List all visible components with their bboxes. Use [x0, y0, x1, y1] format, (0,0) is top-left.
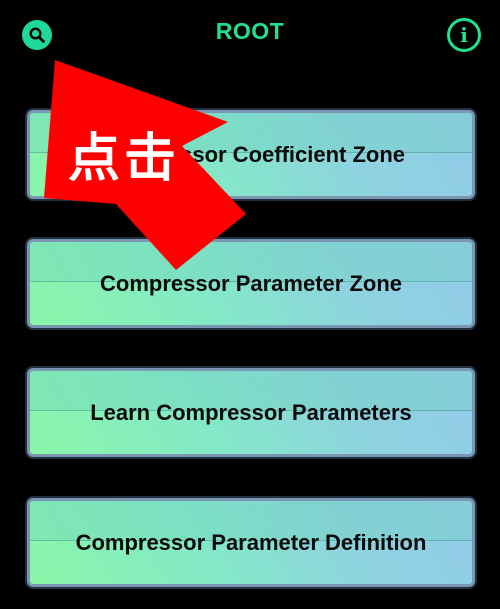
compressor-parameter-zone-button[interactable]: Compressor Parameter Zone [27, 239, 475, 328]
info-button[interactable]: i [447, 18, 481, 52]
learn-compressor-parameters-button[interactable]: Learn Compressor Parameters [27, 368, 475, 457]
compressor-coefficient-zone-button[interactable]: Compressor Coefficient Zone [27, 110, 475, 199]
top-bar: ROOT i [0, 0, 500, 68]
search-icon [29, 27, 45, 43]
search-button[interactable] [22, 20, 52, 50]
page-title: ROOT [215, 18, 285, 44]
menu-button-label: Learn Compressor Parameters [90, 399, 412, 425]
menu-button-label: Compressor Coefficient Zone [96, 141, 406, 167]
info-icon: i [460, 23, 468, 47]
menu-button-label: Compressor Parameter Definition [75, 529, 427, 555]
menu-button-label: Compressor Parameter Zone [100, 270, 402, 296]
compressor-parameter-definition-button[interactable]: Compressor Parameter Definition [27, 498, 475, 587]
